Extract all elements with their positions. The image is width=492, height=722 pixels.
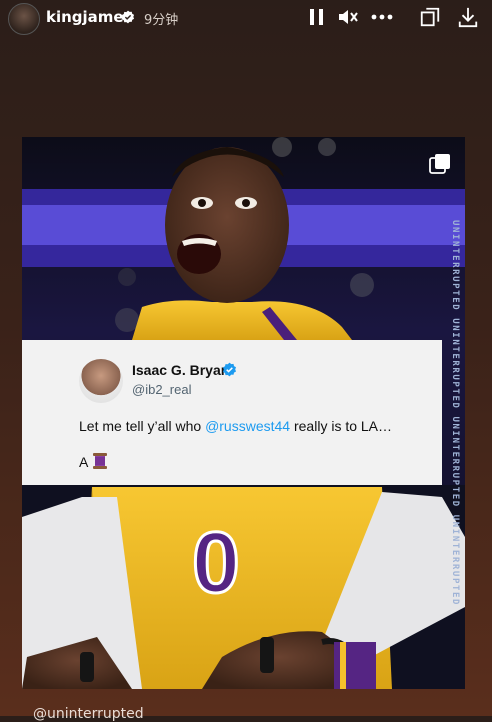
story-header: kingjames 9分钟 <box>0 0 492 36</box>
tweet-mention-link[interactable]: @russwest44 <box>205 418 290 434</box>
username[interactable]: kingjames <box>46 8 133 26</box>
tweet-card: Isaac G. Bryan @ib2_real Let me tell y’a… <box>22 340 442 485</box>
tweet-text-line2: A <box>79 452 108 470</box>
mute-icon[interactable] <box>336 6 360 28</box>
post-time: 9分钟 <box>144 13 179 28</box>
tweet-author-avatar <box>79 359 123 403</box>
tweet-author-handle: @ib2_real <box>132 382 192 397</box>
jersey-number: 0 <box>192 515 240 611</box>
copy-icon[interactable] <box>418 6 442 28</box>
pause-icon[interactable] <box>305 6 329 28</box>
profile-avatar[interactable] <box>8 3 40 35</box>
uninterrupted-watermark: UNINTERRUPTED UNINTERRUPTED UNINTERRUPTE… <box>450 219 460 606</box>
multi-image-icon <box>429 154 450 174</box>
tweet-author-name: Isaac G. Bryan <box>132 362 230 378</box>
verified-icon <box>121 10 135 24</box>
post-image[interactable]: 0 Isaac G. Bryan @ib2_real Let me tell y… <box>22 137 465 689</box>
verified-badge-icon <box>223 362 236 377</box>
tweet-text: Let me tell y’all who @russwest44 really… <box>79 418 393 434</box>
more-icon[interactable] <box>370 6 394 28</box>
download-icon[interactable] <box>456 6 480 28</box>
caption-handle[interactable]: @uninterrupted <box>33 706 144 722</box>
spool-of-thread-icon <box>93 453 108 469</box>
